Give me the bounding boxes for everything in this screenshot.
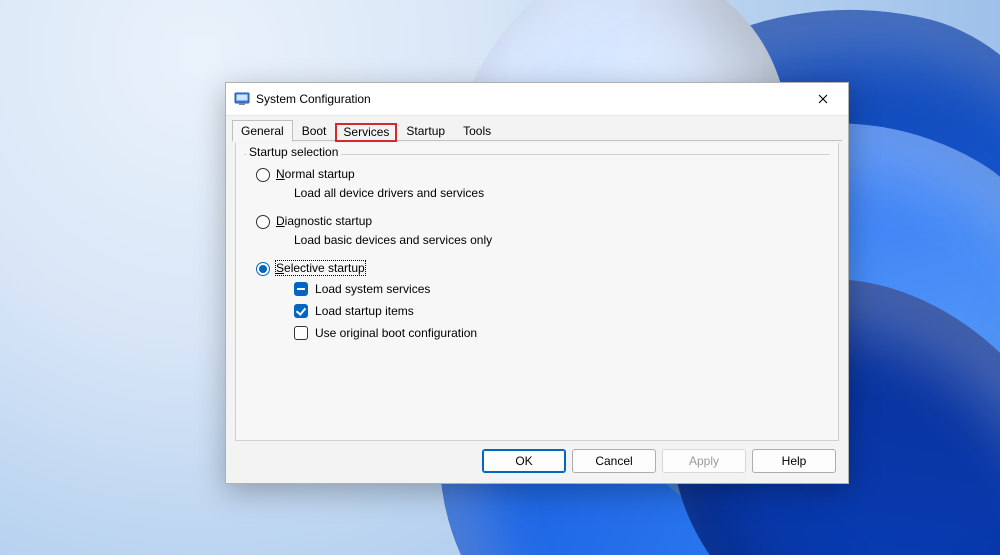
checkbox-load-system-services[interactable]: Load system services <box>294 282 818 296</box>
normal-startup-desc: Load all device drivers and services <box>294 186 818 200</box>
titlebar: System Configuration <box>226 83 848 116</box>
system-configuration-dialog: System Configuration General Boot Servic… <box>225 82 849 484</box>
cancel-button[interactable]: Cancel <box>572 449 656 473</box>
apply-button: Apply <box>662 449 746 473</box>
radio-icon <box>256 262 270 276</box>
window-title: System Configuration <box>256 92 804 106</box>
diagnostic-startup-desc: Load basic devices and services only <box>294 233 818 247</box>
tab-startup[interactable]: Startup <box>397 121 454 141</box>
radio-diagnostic-startup[interactable]: Diagnostic startup <box>256 214 818 229</box>
checkbox-label: Load system services <box>315 282 430 296</box>
radio-normal-startup[interactable]: Normal startup <box>256 167 818 182</box>
msconfig-icon <box>234 91 250 107</box>
ok-button[interactable]: OK <box>482 449 566 473</box>
tab-boot[interactable]: Boot <box>293 121 336 141</box>
dialog-buttons: OK Cancel Apply Help <box>482 449 836 473</box>
radio-icon <box>256 215 270 229</box>
tab-services[interactable]: Services <box>335 123 397 142</box>
checkbox-use-original-boot[interactable]: Use original boot configuration <box>294 326 818 340</box>
close-button[interactable] <box>804 85 842 113</box>
startup-options: Normal startup Load all device drivers a… <box>256 167 818 348</box>
radio-label: Normal startup <box>276 167 355 181</box>
checkbox-load-startup-items[interactable]: Load startup items <box>294 304 818 318</box>
radio-icon <box>256 168 270 182</box>
checkbox-label: Load startup items <box>315 304 414 318</box>
startup-selection-label: Startup selection <box>246 145 341 159</box>
checkbox-icon <box>294 304 308 318</box>
tab-tools[interactable]: Tools <box>454 121 500 141</box>
tab-general[interactable]: General <box>232 120 293 142</box>
general-panel: Startup selection Normal startup Load al… <box>235 143 839 441</box>
help-button[interactable]: Help <box>752 449 836 473</box>
checkbox-label: Use original boot configuration <box>315 326 477 340</box>
desktop-wallpaper: System Configuration General Boot Servic… <box>0 0 1000 555</box>
radio-label: Selective startup <box>276 261 365 275</box>
radio-selective-startup[interactable]: Selective startup <box>256 261 818 276</box>
checkbox-icon <box>294 282 308 296</box>
checkbox-icon <box>294 326 308 340</box>
tab-bar: General Boot Services Startup Tools <box>226 116 848 141</box>
selective-sub-options: Load system services Load startup items … <box>294 282 818 340</box>
radio-label: Diagnostic startup <box>276 214 372 228</box>
